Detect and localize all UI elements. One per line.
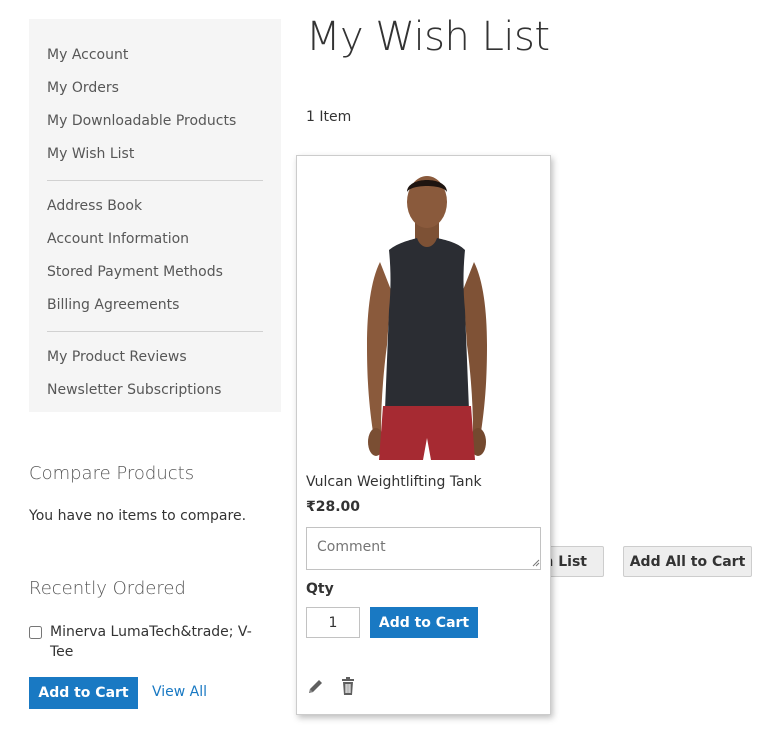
qty-label: Qty: [306, 581, 334, 597]
nav-divider: [47, 331, 263, 332]
add-all-to-cart-button[interactable]: Add All to Cart: [623, 546, 752, 577]
nav-item-stored-payment-methods[interactable]: Stored Payment Methods: [47, 256, 263, 289]
trash-icon[interactable]: [338, 676, 358, 698]
nav-item-account-information[interactable]: Account Information: [47, 223, 263, 256]
view-all-link[interactable]: View All: [152, 684, 207, 700]
product-image[interactable]: [347, 170, 507, 460]
comment-field[interactable]: [306, 527, 541, 570]
pencil-icon[interactable]: [306, 676, 326, 698]
nav-item-billing-agreements[interactable]: Billing Agreements: [47, 289, 263, 322]
product-name-link[interactable]: Vulcan Weightlifting Tank: [306, 474, 482, 490]
qty-input[interactable]: [306, 607, 360, 638]
nav-item-address-book[interactable]: Address Book: [47, 190, 263, 223]
nav-item-newsletter-subscriptions[interactable]: Newsletter Subscriptions: [47, 374, 263, 407]
recently-ordered-add-to-cart-button[interactable]: Add to Cart: [29, 677, 138, 709]
nav-item-product-reviews[interactable]: My Product Reviews: [47, 341, 263, 374]
compare-empty-text: You have no items to compare.: [29, 508, 247, 524]
nav-item-my-orders[interactable]: My Orders: [47, 72, 263, 105]
recently-ordered-item: Minerva LumaTech&trade; V-Tee: [29, 622, 259, 662]
resize-handle-icon[interactable]: [532, 559, 540, 567]
nav-divider: [47, 180, 263, 181]
nav-item-my-account[interactable]: My Account: [47, 39, 263, 72]
nav-item-downloadable-products[interactable]: My Downloadable Products: [47, 105, 263, 138]
item-count: 1 Item: [306, 109, 352, 125]
compare-products-title: Compare Products: [29, 463, 195, 484]
recently-ordered-checkbox[interactable]: [29, 626, 42, 639]
add-to-cart-button[interactable]: Add to Cart: [370, 607, 478, 638]
recently-ordered-item-name: Minerva LumaTech&trade; V-Tee: [50, 624, 252, 660]
product-price: ₹28.00: [306, 499, 361, 515]
account-nav: My Account My Orders My Downloadable Pro…: [29, 19, 281, 412]
nav-item-my-wish-list[interactable]: My Wish List: [47, 138, 263, 171]
recently-ordered-title: Recently Ordered: [29, 578, 186, 599]
wishlist-product-card: Vulcan Weightlifting Tank ₹28.00 Qty Add…: [296, 155, 551, 715]
page-title: My Wish List: [306, 14, 550, 60]
